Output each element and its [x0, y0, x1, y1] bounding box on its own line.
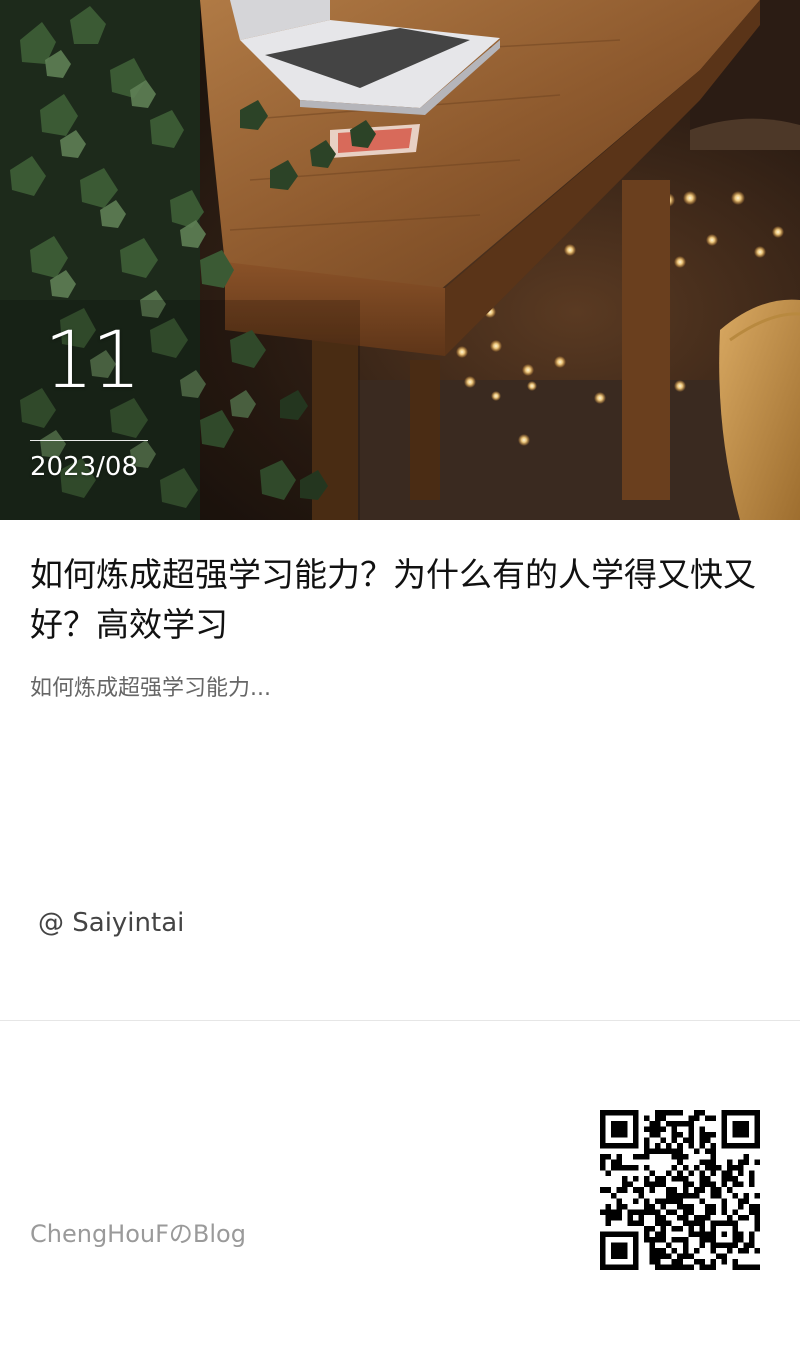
- date-month: 2023/08: [30, 452, 139, 482]
- post-excerpt: 如何炼成超强学习能力...: [30, 676, 271, 701]
- date-day: 11: [44, 316, 141, 406]
- date-divider: [30, 440, 148, 441]
- post-title[interactable]: 如何炼成超强学习能力？为什么有的人学得又快又好？高效学习: [30, 550, 775, 650]
- cover-image: 11 2023/08: [0, 0, 800, 520]
- blog-name: ChengHouFのBlog: [30, 1220, 246, 1248]
- section-divider: [0, 1020, 800, 1021]
- post-author: @ Saiyintai: [38, 908, 185, 938]
- qr-code-icon: [600, 1110, 760, 1270]
- cover-photo: [0, 0, 800, 520]
